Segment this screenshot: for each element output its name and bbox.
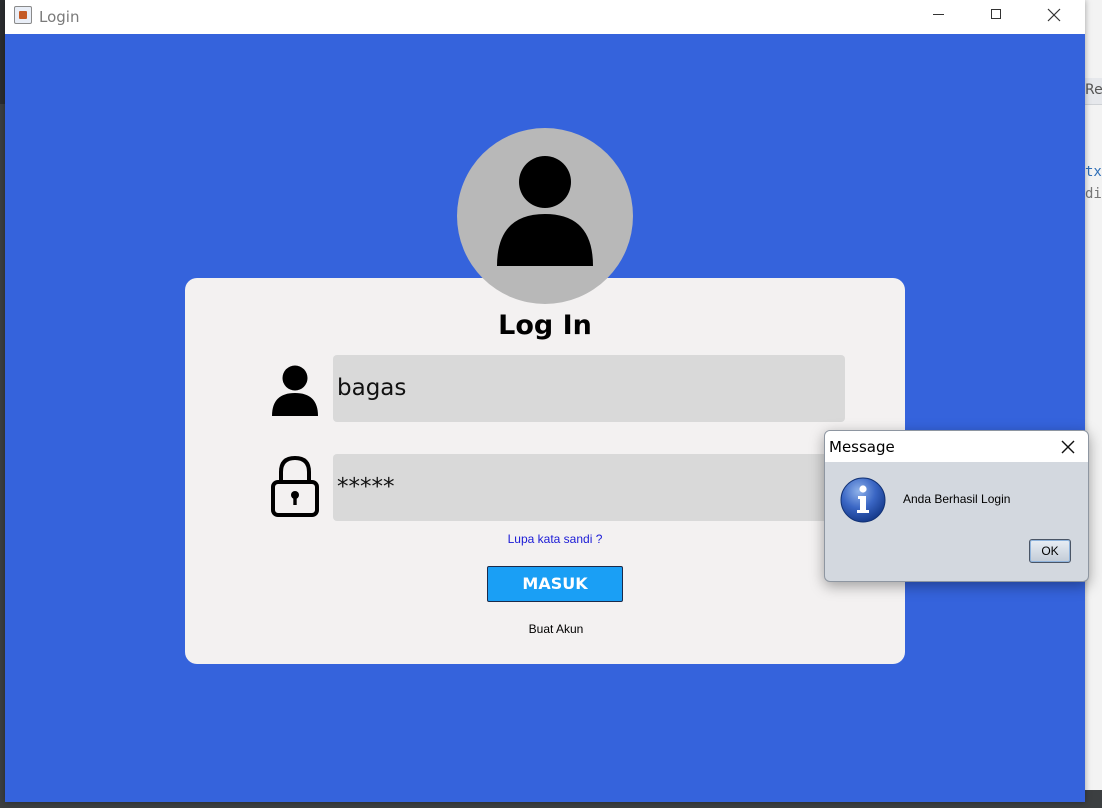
password-field[interactable]: ***** (333, 454, 845, 521)
ok-button[interactable]: OK (1029, 539, 1071, 563)
close-icon (1061, 440, 1075, 454)
message-dialog: Message Anda Berhasil Login OK (824, 430, 1089, 582)
dialog-close-button[interactable] (1054, 434, 1082, 460)
avatar (457, 128, 633, 304)
window-title: Login (39, 8, 80, 26)
login-heading: Log In (498, 310, 592, 341)
login-submit-button[interactable]: MASUK (487, 566, 623, 602)
forgot-password-link[interactable]: Lupa kata sandi ? (185, 532, 925, 546)
title-bar[interactable]: Login (5, 0, 1085, 34)
login-card: Log In bagas ***** Lupa kata sandi ? MAS… (185, 278, 905, 664)
background-code-fragment: tx (1085, 164, 1102, 180)
background-code-fragment: di (1085, 186, 1102, 202)
dialog-message: Anda Berhasil Login (903, 492, 1011, 506)
minimize-button[interactable] (909, 0, 967, 32)
user-icon (272, 365, 318, 416)
java-app-icon (14, 6, 32, 24)
background-tab-fragment: Reg (1085, 82, 1102, 98)
background-ide-panel: Reg tx di (1085, 0, 1102, 808)
close-button[interactable] (1025, 0, 1083, 32)
user-icon (497, 156, 593, 266)
lock-icon (271, 455, 319, 517)
close-icon (1047, 8, 1061, 22)
dialog-title: Message (829, 438, 895, 456)
maximize-button[interactable] (967, 0, 1025, 32)
create-account-link[interactable]: Buat Akun (185, 622, 927, 636)
info-icon (840, 477, 886, 523)
login-window: Login Log In bagas ***** Lupa kata sandi… (5, 0, 1085, 802)
dialog-title-bar[interactable]: Message (825, 431, 1088, 462)
username-field[interactable]: bagas (333, 355, 845, 422)
